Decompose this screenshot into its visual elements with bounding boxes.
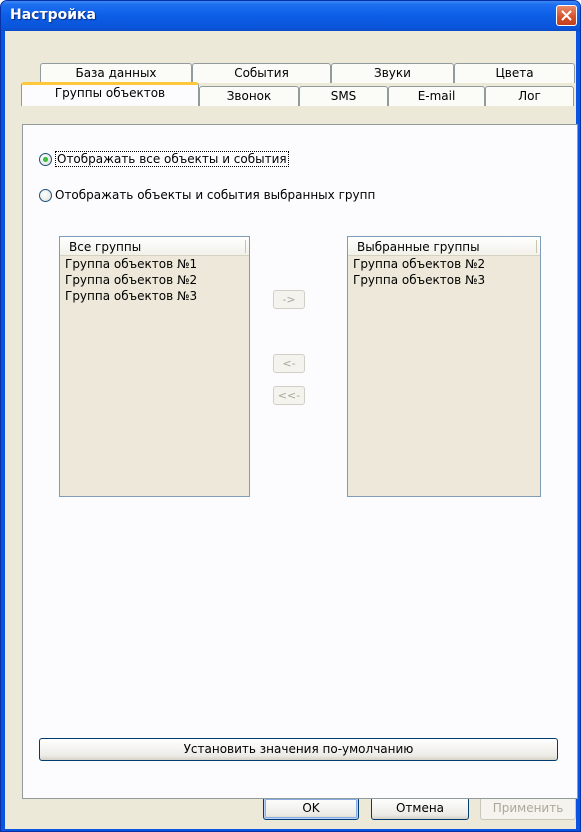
tab-sounds[interactable]: Звуки [331,63,454,83]
selected-groups-list[interactable]: Выбранные группы Группа объектов №2 Груп… [347,236,541,497]
list-item[interactable]: Группа объектов №3 [348,272,540,288]
tab-email[interactable]: E-mail [388,86,485,106]
all-groups-header[interactable]: Все группы [60,237,249,256]
all-groups-list[interactable]: Все группы Группа объектов №1 Группа объ… [59,236,250,497]
apply-button[interactable]: Применить [480,797,576,820]
selected-groups-header[interactable]: Выбранные группы [348,237,540,256]
title-bar[interactable]: Настройка [1,1,580,31]
radio-checked-icon[interactable] [39,152,52,166]
add-group-button[interactable]: -> [273,290,305,309]
tab-events[interactable]: События [192,63,331,83]
radio-show-all-label: Отображать все объекты и события [55,151,289,167]
ok-button[interactable]: OK [263,797,359,820]
remove-group-button[interactable]: <- [273,354,305,373]
all-groups-header-label: Все группы [69,240,142,254]
tab-database[interactable]: База данных [40,63,192,83]
remove-all-groups-button[interactable]: <<- [273,386,305,405]
radio-show-all[interactable]: Отображать все объекты и события [39,151,289,167]
close-button[interactable] [556,5,577,26]
radio-show-selected[interactable]: Отображать объекты и события выбранных г… [39,188,375,202]
set-defaults-button[interactable]: Установить значения по-умолчанию [39,738,558,761]
settings-window: Настройка База данных События Звуки Цвет… [0,0,581,832]
close-icon [561,10,572,21]
list-item[interactable]: Группа объектов №1 [60,256,249,272]
list-item[interactable]: Группа объектов №2 [60,272,249,288]
list-item[interactable]: Группа объектов №3 [60,288,249,304]
tab-log[interactable]: Лог [485,86,574,106]
tab-colors[interactable]: Цвета [454,63,575,83]
cancel-button[interactable]: Отмена [371,797,469,820]
list-item[interactable]: Группа объектов №2 [348,256,540,272]
tab-sms[interactable]: SMS [299,86,388,106]
window-title: Настройка [10,7,96,23]
radio-unchecked-icon[interactable] [39,188,52,202]
tab-call[interactable]: Звонок [199,86,299,106]
tab-object-groups[interactable]: Группы объектов [21,82,199,106]
radio-show-selected-label: Отображать объекты и события выбранных г… [55,188,376,202]
selected-groups-header-label: Выбранные группы [357,240,480,254]
